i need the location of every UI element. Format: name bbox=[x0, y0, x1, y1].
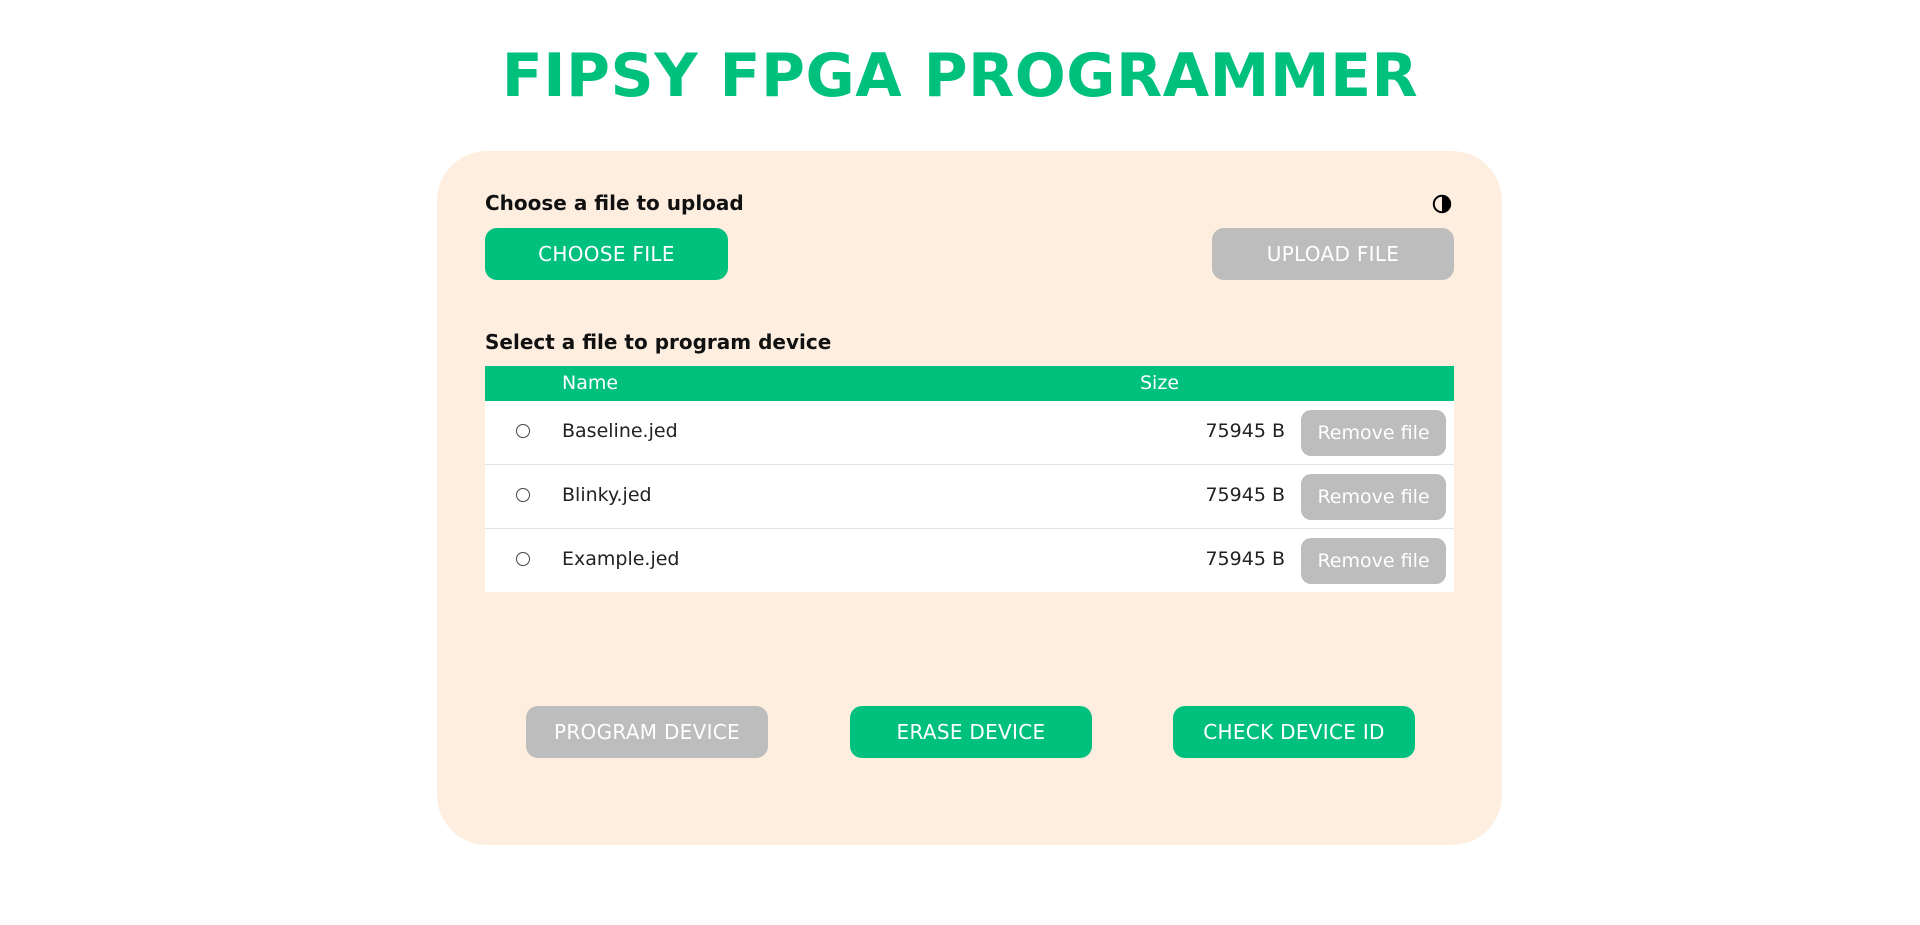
choose-file-button[interactable]: CHOOSE FILE bbox=[485, 228, 728, 280]
remove-file-button[interactable]: Remove file bbox=[1301, 410, 1446, 456]
contrast-icon[interactable] bbox=[1432, 194, 1452, 214]
file-size: 75945 B bbox=[1205, 548, 1285, 570]
file-size: 75945 B bbox=[1205, 420, 1285, 442]
remove-file-button[interactable]: Remove file bbox=[1301, 474, 1446, 520]
program-device-button[interactable]: PROGRAM DEVICE bbox=[526, 706, 768, 758]
file-select-radio[interactable] bbox=[516, 552, 530, 566]
program-section-label: Select a file to program device bbox=[485, 330, 832, 354]
column-header-name: Name bbox=[562, 372, 619, 394]
upload-section-label: Choose a file to upload bbox=[485, 191, 744, 215]
column-header-size: Size bbox=[1140, 372, 1180, 394]
file-select-radio[interactable] bbox=[516, 424, 530, 438]
erase-device-button[interactable]: ERASE DEVICE bbox=[850, 706, 1092, 758]
table-row: Baseline.jed 75945 B Remove file bbox=[485, 401, 1454, 465]
page-title: FIPSY FPGA PROGRAMMER bbox=[501, 41, 1419, 111]
table-header: Name Size bbox=[485, 366, 1454, 401]
file-size: 75945 B bbox=[1205, 484, 1285, 506]
check-device-id-button[interactable]: CHECK DEVICE ID bbox=[1173, 706, 1415, 758]
file-name: Baseline.jed bbox=[562, 420, 678, 442]
file-name: Example.jed bbox=[562, 548, 680, 570]
table-row: Example.jed 75945 B Remove file bbox=[485, 529, 1454, 592]
table-row: Blinky.jed 75945 B Remove file bbox=[485, 465, 1454, 529]
file-table: Name Size Baseline.jed 75945 B Remove fi… bbox=[485, 366, 1454, 592]
file-name: Blinky.jed bbox=[562, 484, 652, 506]
remove-file-button[interactable]: Remove file bbox=[1301, 538, 1446, 584]
file-select-radio[interactable] bbox=[516, 488, 530, 502]
upload-file-button[interactable]: UPLOAD FILE bbox=[1212, 228, 1454, 280]
